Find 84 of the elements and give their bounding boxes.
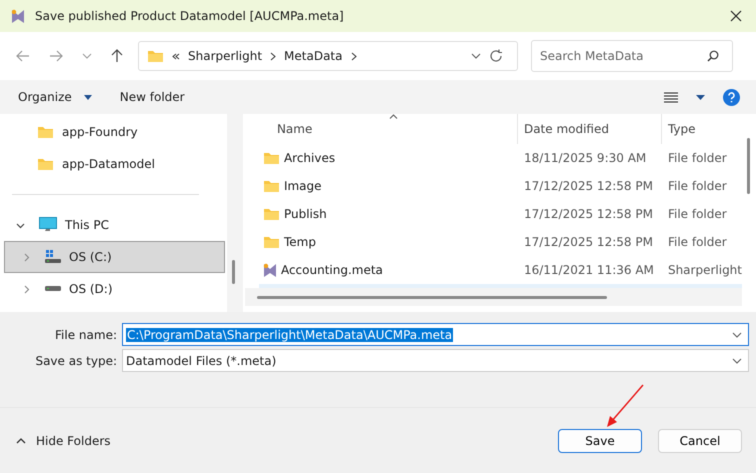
file-row[interactable]: Temp 17/12/2025 12:58 PM File folder (258, 228, 742, 256)
double-chevron-icon (172, 52, 180, 60)
file-name: Temp (284, 235, 316, 249)
file-name: Image (284, 179, 322, 193)
date-cell: 16/11/2021 11:36 AM (524, 263, 654, 277)
type-cell: File folder (668, 179, 727, 193)
column-header[interactable]: Name (242, 114, 518, 144)
chevron-down-icon[interactable] (732, 332, 742, 338)
caret-icon[interactable] (696, 94, 705, 100)
refresh-icon[interactable] (489, 49, 503, 63)
sidebar-item[interactable]: app-Datamodel (0, 148, 225, 180)
chevron-down-icon[interactable] (16, 220, 25, 230)
type-cell: File folder (668, 235, 727, 249)
file-name: Accounting.meta (280, 263, 383, 277)
view-list-icon[interactable] (664, 92, 678, 102)
new-folder-button[interactable]: New folder (112, 86, 193, 108)
type-cell: File folder (668, 151, 727, 165)
file-row[interactable]: Image 17/12/2025 12:58 PM File folder (258, 172, 742, 200)
file-icon (262, 262, 277, 278)
folder-icon (37, 157, 54, 171)
save-button[interactable]: Save (558, 428, 642, 452)
folder-icon (262, 235, 280, 249)
file-name-field[interactable]: C:\ProgramData\Sharperlight\MetaData\AUCMPa.meta (122, 323, 749, 346)
monitor-icon (39, 217, 57, 233)
date-cell: 18/11/2025 9:30 AM (524, 151, 646, 165)
chevron-up-icon (16, 438, 26, 444)
sidebar-label: This PC (65, 218, 109, 232)
file-name: Publish (284, 207, 327, 221)
annotation-arrow (605, 384, 645, 429)
sidebar-label: OS (D:) (69, 282, 113, 296)
close-icon[interactable] (730, 10, 742, 22)
folder-icon (262, 151, 280, 165)
chevron-right-icon[interactable] (270, 52, 276, 60)
sidebar-label: app-Datamodel (62, 157, 155, 171)
search-icon (707, 50, 719, 62)
sidebar-item[interactable]: OS (D:) (0, 273, 225, 305)
sidebar-item[interactable]: This PC (0, 209, 225, 241)
file-name: Archives (284, 151, 336, 165)
column-header[interactable]: Type (662, 114, 742, 144)
date-cell: 17/12/2025 12:58 PM (524, 179, 653, 193)
address-bar[interactable]: Sharperlight MetaData (138, 41, 518, 71)
file-type-dropdown[interactable]: Datamodel Files (*.meta) (122, 349, 749, 372)
sidebar-item[interactable]: app-Foundry (0, 116, 225, 148)
drive-icon (45, 250, 61, 264)
help-icon[interactable] (723, 88, 740, 106)
up-arrow-icon[interactable] (111, 49, 123, 63)
forward-arrow-icon[interactable] (49, 50, 63, 62)
sidebar-item[interactable]: OS (C:) (4, 241, 225, 273)
column-header[interactable]: Date modified (518, 114, 662, 144)
window-title: Save published Product Datamodel [AUCMPa.meta] (35, 9, 344, 23)
file-row[interactable]: Publish 17/12/2025 12:58 PM File folder (258, 200, 742, 228)
file-row[interactable]: Accounting.meta 16/11/2021 11:36 AM Sharperlight (258, 256, 742, 284)
scrollbar-thumb[interactable] (232, 260, 235, 284)
type-cell: File folder (668, 207, 727, 221)
sidebar-label: OS (C:) (69, 250, 112, 264)
breadcrumb-item[interactable]: Sharperlight (188, 49, 262, 63)
folder-icon (262, 179, 280, 193)
folder-icon (262, 207, 280, 221)
cancel-button[interactable]: Cancel (658, 428, 742, 452)
scrollbar-thumb[interactable] (747, 138, 750, 194)
breadcrumb-item[interactable]: MetaData (284, 49, 342, 63)
scrollbar-thumb[interactable] (256, 296, 607, 299)
field-label: File name: (54, 328, 118, 342)
file-icon (11, 8, 25, 24)
file-row[interactable]: Archives 18/11/2025 9:30 AM File folder (258, 144, 742, 172)
type-cell: Sharperlight (668, 263, 742, 277)
back-arrow-icon[interactable] (16, 50, 30, 62)
folder-icon (37, 125, 54, 139)
chevron-down-icon[interactable] (471, 53, 481, 59)
file-type-value: Datamodel Files (*.meta) (126, 354, 276, 368)
chevron-down-icon[interactable] (732, 358, 742, 364)
field-label: Save as type: (34, 354, 118, 368)
date-cell: 17/12/2025 12:58 PM (524, 207, 653, 221)
search-field[interactable]: Search MetaData (531, 40, 733, 72)
sidebar-label: app-Foundry (62, 125, 138, 139)
hide-folders-button[interactable]: Hide Folders (8, 430, 119, 452)
date-cell: 17/12/2025 12:58 PM (524, 235, 653, 249)
organize-button[interactable]: Organize (10, 86, 100, 108)
caret-icon (84, 94, 92, 100)
chevron-right-icon[interactable] (350, 52, 356, 60)
folder-icon (147, 49, 164, 63)
sort-up-icon (388, 114, 398, 119)
file-name-value: C:\ProgramData\Sharperlight\MetaData\AUCMPa.meta (126, 328, 454, 342)
drive-icon (45, 286, 61, 292)
